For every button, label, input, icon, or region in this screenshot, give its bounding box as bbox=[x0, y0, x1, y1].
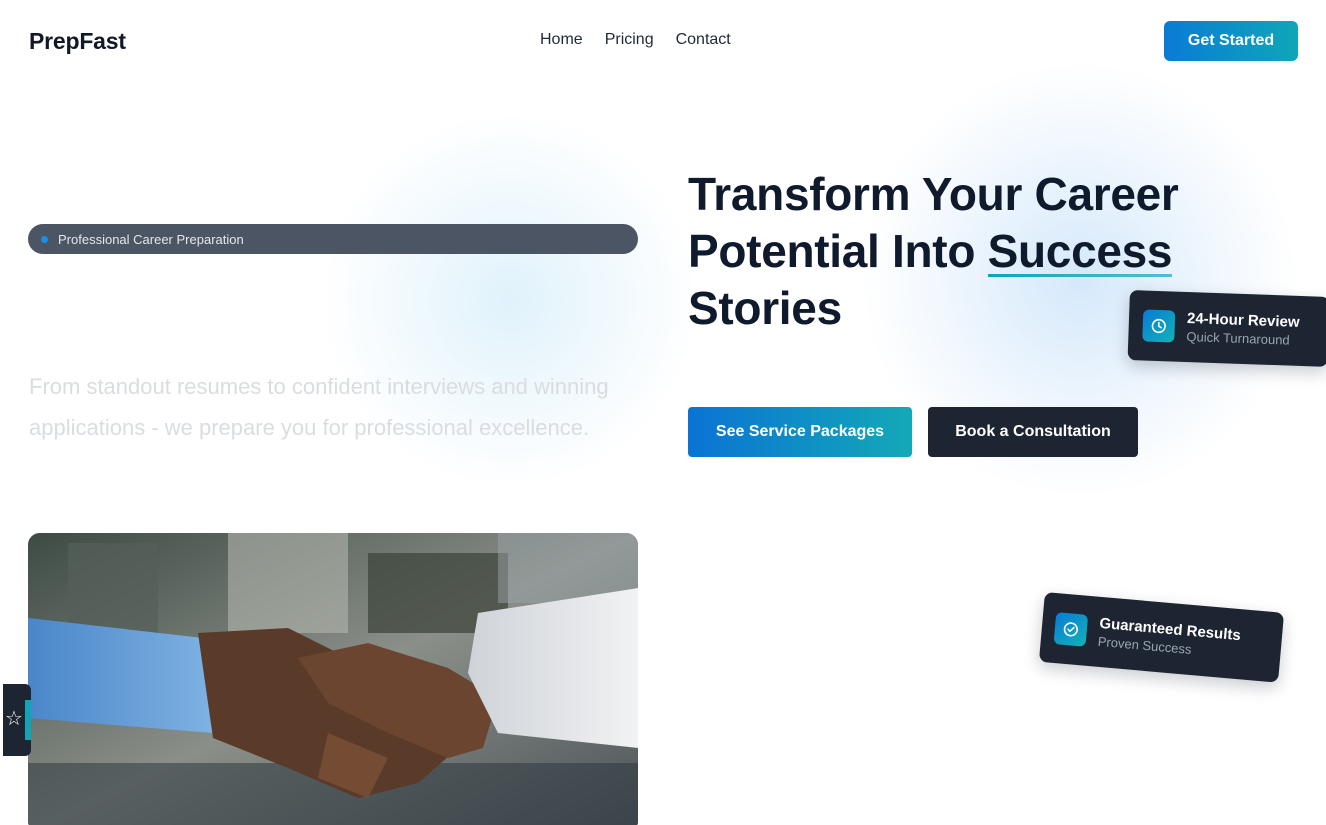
brand-logo[interactable]: PrepFast bbox=[29, 28, 126, 55]
hero-subtitle: From standout resumes to confident inter… bbox=[29, 374, 609, 440]
side-tab-accent bbox=[25, 700, 31, 740]
see-service-packages-button[interactable]: See Service Packages bbox=[688, 407, 912, 457]
side-favorite-tab[interactable]: ☆ bbox=[3, 684, 31, 756]
book-consultation-button[interactable]: Book a Consultation bbox=[928, 407, 1138, 457]
handshake-photo bbox=[28, 533, 638, 825]
clock-icon bbox=[1142, 309, 1176, 343]
pill-label: Professional Career Preparation bbox=[58, 231, 244, 247]
handshake-illustration bbox=[28, 533, 638, 825]
get-started-button[interactable]: Get Started bbox=[1164, 21, 1298, 61]
badge-24-hour-review: 24-Hour Review Quick Turnaround bbox=[1127, 290, 1326, 367]
badge-text: 24-Hour Review Quick Turnaround bbox=[1186, 310, 1300, 349]
nav-link-home[interactable]: Home bbox=[540, 31, 583, 49]
badge-subtitle: Quick Turnaround bbox=[1186, 328, 1290, 348]
title-text-end: Stories bbox=[688, 282, 842, 334]
nav-links: Home Pricing Contact bbox=[540, 31, 731, 49]
badge-text: Guaranteed Results Proven Success bbox=[1097, 614, 1241, 661]
nav-link-contact[interactable]: Contact bbox=[676, 31, 731, 49]
title-highlight: Success bbox=[987, 223, 1173, 280]
navbar: PrepFast Home Pricing Contact Get Starte… bbox=[0, 0, 1326, 82]
star-icon: ☆ bbox=[5, 708, 23, 730]
category-pill: Professional Career Preparation bbox=[28, 224, 638, 254]
badge-guaranteed-results: Guaranteed Results Proven Success bbox=[1038, 592, 1285, 683]
nav-link-pricing[interactable]: Pricing bbox=[605, 31, 654, 49]
check-circle-icon bbox=[1053, 612, 1089, 647]
pill-dot-icon bbox=[41, 235, 48, 243]
